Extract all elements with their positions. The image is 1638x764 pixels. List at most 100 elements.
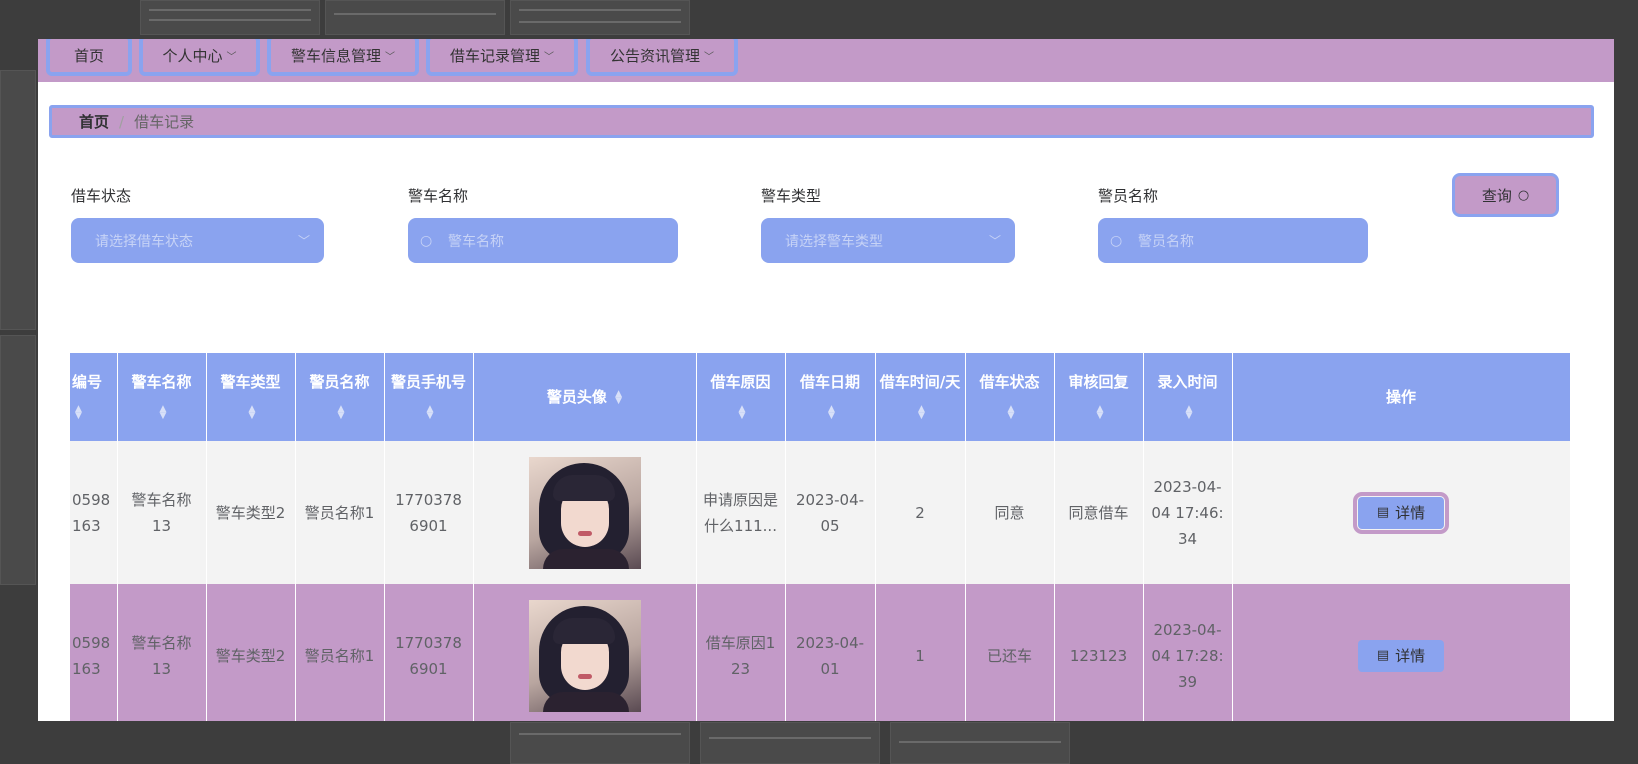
sort-icon[interactable]: ▲ ▼ [1008, 404, 1015, 420]
cell-id: 0598163 [70, 584, 118, 721]
cell-created: 2023-04-04 17:46:34 [1143, 441, 1233, 584]
officer-avatar[interactable] [528, 456, 641, 569]
breadcrumb: 首页 / 借车记录 [49, 105, 1594, 138]
table-row: 0598163 警车名称13 警车类型2 警员名称1 17703786901 借… [70, 584, 1571, 721]
column-header-label: 警员头像 [546, 388, 607, 406]
cell-phone: 17703786901 [384, 584, 474, 721]
background-thumbnail [510, 722, 690, 764]
background-thumbnail [325, 0, 505, 35]
nav-item-label: 公告资讯管理 [609, 47, 700, 65]
search-icon: ○ [1517, 187, 1530, 203]
nav-item-car-info[interactable]: 警车信息管理 ﹀ [267, 39, 419, 76]
nav-item-personal-center[interactable]: 个人中心 ﹀ [139, 39, 260, 76]
background-thumbnail [0, 335, 36, 585]
chevron-down-icon: ﹀ [297, 234, 310, 248]
column-header-label: 警员名称 [309, 373, 370, 391]
column-header-label: 操作 [1385, 388, 1416, 406]
sort-icon[interactable]: ▲ ▼ [918, 404, 925, 420]
car-name-placeholder: 警车名称 [448, 233, 504, 250]
column-header-label: 审核回复 [1068, 373, 1129, 391]
column-header-label: 警员手机号 [390, 373, 466, 391]
cell-days: 2 [875, 441, 966, 584]
officer-avatar[interactable] [528, 599, 641, 712]
top-nav-bar: 首页 个人中心 ﹀ 警车信息管理 ﹀ 借车记录管理 ﹀ 公告资讯管理 ﹀ [38, 39, 1614, 82]
detail-button[interactable]: ▤ 详情 [1358, 639, 1444, 672]
column-header-label: 警车名称 [131, 373, 192, 391]
search-icon: ○ [1110, 232, 1123, 249]
chevron-down-icon: ﹀ [385, 52, 395, 63]
nav-item-borrow-records[interactable]: 借车记录管理 ﹀ [426, 39, 578, 76]
car-name-input[interactable]: ○ 警车名称 [408, 218, 678, 263]
column-header-label: 借车原因 [710, 373, 771, 391]
column-header-car-name[interactable]: 警车名称 ▲ ▼ [117, 353, 207, 441]
cell-phone: 17703786901 [384, 441, 474, 584]
column-header-officer-avatar[interactable]: 警员头像 ▲ ▼ [473, 353, 697, 441]
background-thumbnail [140, 0, 320, 35]
chevron-down-icon: ﹀ [544, 52, 554, 63]
table-row: 0598163 警车名称13 警车类型2 警员名称1 17703786901 申… [70, 441, 1571, 584]
query-button-label: 查询 [1481, 186, 1512, 205]
sort-icon[interactable]: ▲ ▼ [1186, 404, 1193, 420]
car-type-filter-label: 警车类型 [761, 187, 822, 205]
cell-date: 2023-04-05 [785, 441, 876, 584]
nav-item-home[interactable]: 首页 [46, 39, 132, 76]
nav-item-label: 个人中心 [162, 47, 223, 65]
status-select-placeholder: 请选择借车状态 [95, 233, 193, 250]
chevron-down-icon: ﹀ [988, 234, 1001, 248]
background-thumbnail [890, 722, 1070, 764]
column-header-actions: 操作 [1232, 353, 1571, 441]
column-header-label: 警车类型 [220, 373, 281, 391]
column-header-label: 借车时间/天 [879, 373, 961, 391]
officer-name-input[interactable]: ○ 警员名称 [1098, 218, 1368, 263]
column-header-officer-name[interactable]: 警员名称 ▲ ▼ [295, 353, 385, 441]
sort-icon[interactable]: ▲ ▼ [427, 404, 434, 420]
cell-reply: 123123 [1054, 584, 1144, 721]
cell-actions: ▤ 详情 [1232, 584, 1571, 721]
cell-reply: 同意借车 [1054, 441, 1144, 584]
cell-car-type: 警车类型2 [206, 441, 296, 584]
column-header-label: 借车日期 [799, 373, 860, 391]
column-header-reason[interactable]: 借车原因 ▲ ▼ [696, 353, 786, 441]
column-header-officer-phone[interactable]: 警员手机号 ▲ ▼ [384, 353, 474, 441]
column-header-days[interactable]: 借车时间/天 ▲ ▼ [875, 353, 966, 441]
column-header-car-type[interactable]: 警车类型 ▲ ▼ [206, 353, 296, 441]
sort-icon[interactable]: ▲ ▼ [615, 389, 622, 405]
nav-item-label: 借车记录管理 [449, 47, 540, 65]
table-header-row: 编号 ▲ ▼ 警车名称 ▲ ▼ 警车类型 ▲ ▼ 警员名称 ▲ ▼ 警员手机号 ▲ ▼ 警员头像 … [70, 353, 1571, 441]
search-icon: ○ [420, 232, 433, 249]
car-type-select[interactable]: 请选择警车类型 ﹀ [761, 218, 1015, 263]
cell-status: 已还车 [965, 584, 1055, 721]
detail-button[interactable]: ▤ 详情 [1353, 491, 1449, 534]
sort-icon[interactable]: ▲ ▼ [1097, 404, 1104, 420]
sort-icon[interactable]: ▲ ▼ [75, 404, 82, 420]
sort-icon[interactable]: ▲ ▼ [249, 404, 256, 420]
column-header-label: 借车状态 [979, 373, 1040, 391]
cell-officer-name: 警员名称1 [295, 584, 385, 721]
sort-icon[interactable]: ▲ ▼ [828, 404, 835, 420]
chevron-down-icon: ﹀ [704, 52, 714, 63]
nav-item-label: 首页 [73, 47, 104, 65]
car-name-filter-label: 警车名称 [408, 187, 469, 205]
cell-car-type: 警车类型2 [206, 584, 296, 721]
column-header-created[interactable]: 录入时间 ▲ ▼ [1143, 353, 1233, 441]
column-header-id[interactable]: 编号 ▲ ▼ [70, 353, 118, 441]
sort-icon[interactable]: ▲ ▼ [338, 404, 345, 420]
nav-item-announcements[interactable]: 公告资讯管理 ﹀ [586, 39, 738, 76]
sort-icon[interactable]: ▲ ▼ [739, 404, 746, 420]
sort-icon[interactable]: ▲ ▼ [160, 404, 167, 420]
query-button[interactable]: 查询 ○ [1452, 173, 1559, 217]
background-thumbnail [510, 0, 690, 35]
cell-reason: 借车原因123 [696, 584, 786, 721]
officer-name-placeholder: 警员名称 [1138, 233, 1194, 250]
breadcrumb-separator: / [119, 112, 125, 131]
background-thumbnail [700, 722, 880, 764]
breadcrumb-home[interactable]: 首页 [79, 111, 109, 132]
document-icon: ▤ [1376, 647, 1390, 663]
background-thumbnail [0, 70, 36, 330]
column-header-status[interactable]: 借车状态 ▲ ▼ [965, 353, 1055, 441]
status-select[interactable]: 请选择借车状态 ﹀ [71, 218, 324, 263]
cell-car-name: 警车名称13 [117, 584, 207, 721]
column-header-reply[interactable]: 审核回复 ▲ ▼ [1054, 353, 1144, 441]
cell-days: 1 [875, 584, 966, 721]
column-header-date[interactable]: 借车日期 ▲ ▼ [785, 353, 876, 441]
